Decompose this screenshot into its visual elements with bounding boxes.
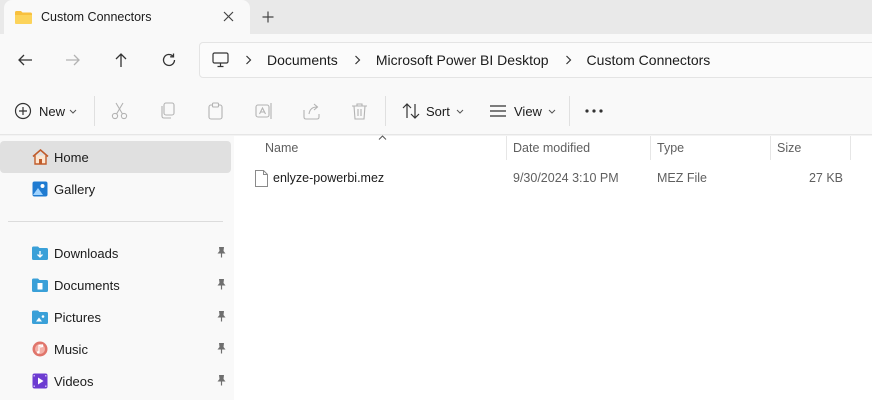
arrow-left-icon[interactable]	[13, 48, 37, 72]
sidebar-item-downloads[interactable]: Downloads	[0, 237, 231, 269]
navigation-pane: Home Gallery Downloads Documents Picture…	[0, 136, 234, 400]
close-icon[interactable]	[220, 8, 236, 24]
computer-icon[interactable]	[212, 52, 229, 68]
command-bar: New Sort View	[0, 86, 872, 135]
arrow-up-icon[interactable]	[109, 48, 133, 72]
file-size: 27 KB	[808, 171, 843, 185]
file-list: Name Date modified Type Size enlyze-powe…	[234, 135, 872, 400]
plus-icon[interactable]	[258, 7, 278, 27]
plus-circle-icon	[14, 102, 32, 120]
new-button[interactable]: New	[14, 98, 77, 124]
pin-icon[interactable]	[216, 246, 227, 258]
column-header-name[interactable]: Name	[265, 136, 298, 160]
cut-icon[interactable]	[111, 98, 128, 124]
breadcrumb-power-bi-desktop[interactable]: Microsoft Power BI Desktop	[376, 52, 549, 68]
sidebar-item-label: Documents	[54, 277, 120, 293]
column-header-size[interactable]: Size	[777, 136, 801, 160]
breadcrumb-custom-connectors[interactable]: Custom Connectors	[587, 52, 711, 68]
pictures-folder-icon	[31, 308, 49, 326]
toolbar-divider	[94, 96, 95, 126]
view-button-label: View	[514, 103, 542, 119]
delete-icon[interactable]	[351, 98, 368, 124]
chevron-right-icon[interactable]	[565, 55, 572, 65]
sidebar-item-label: Music	[54, 341, 88, 357]
sidebar-item-label: Pictures	[54, 309, 101, 325]
copy-icon[interactable]	[159, 98, 176, 124]
sidebar-item-pictures[interactable]: Pictures	[0, 301, 231, 333]
pin-icon[interactable]	[216, 310, 227, 322]
share-icon[interactable]	[303, 98, 321, 124]
rename-icon[interactable]	[255, 98, 273, 124]
view-button[interactable]: View	[489, 98, 556, 124]
sidebar-item-gallery[interactable]: Gallery	[0, 173, 231, 205]
new-button-label: New	[39, 103, 66, 119]
table-row[interactable]: enlyze-powerbi.mez 9/30/2024 3:10 PM MEZ…	[249, 167, 861, 191]
tab-custom-connectors[interactable]: Custom Connectors	[4, 0, 250, 34]
gallery-icon	[31, 180, 49, 198]
file-date-modified: 9/30/2024 3:10 PM	[513, 171, 619, 185]
view-icon	[490, 105, 506, 117]
sidebar-item-music[interactable]: Music	[0, 333, 231, 365]
pin-icon[interactable]	[216, 374, 227, 386]
chevron-down-icon	[548, 109, 556, 114]
toolbar-divider	[569, 96, 570, 126]
folder-icon	[15, 10, 32, 24]
sidebar-divider	[8, 221, 223, 222]
column-divider[interactable]	[650, 136, 651, 160]
column-header-date-modified[interactable]: Date modified	[513, 136, 590, 160]
address-bar[interactable]: Documents Microsoft Power BI Desktop Cus…	[199, 42, 872, 78]
refresh-icon[interactable]	[157, 48, 181, 72]
sort-button-label: Sort	[426, 103, 450, 119]
pin-icon[interactable]	[216, 278, 227, 290]
sidebar-item-label: Home	[54, 149, 89, 165]
downloads-folder-icon	[31, 244, 49, 262]
file-icon	[255, 170, 268, 187]
breadcrumb-documents[interactable]: Documents	[267, 52, 338, 68]
toolbar-divider	[385, 96, 386, 126]
column-divider[interactable]	[506, 136, 507, 160]
chevron-down-icon	[69, 109, 77, 114]
chevron-right-icon[interactable]	[245, 55, 252, 65]
pin-icon[interactable]	[216, 342, 227, 354]
sidebar-item-label: Downloads	[54, 245, 119, 261]
file-type: MEZ File	[657, 171, 707, 185]
videos-folder-icon	[31, 372, 49, 390]
column-divider[interactable]	[770, 136, 771, 160]
tab-strip: Custom Connectors	[0, 0, 872, 34]
sort-button[interactable]: Sort	[402, 98, 464, 124]
documents-folder-icon	[31, 276, 49, 294]
sort-icon	[402, 103, 420, 119]
home-icon	[31, 148, 49, 166]
more-icon[interactable]	[585, 98, 603, 124]
column-header-type[interactable]: Type	[657, 136, 684, 160]
paste-icon[interactable]	[207, 98, 224, 124]
navigation-bar: Documents Microsoft Power BI Desktop Cus…	[0, 34, 872, 86]
sidebar-item-home[interactable]: Home	[0, 141, 231, 173]
sidebar-item-label: Videos	[54, 373, 94, 389]
sidebar-item-documents[interactable]: Documents	[0, 269, 231, 301]
file-name[interactable]: enlyze-powerbi.mez	[273, 171, 384, 185]
sidebar-item-videos[interactable]: Videos	[0, 365, 231, 397]
chevron-right-icon[interactable]	[354, 55, 361, 65]
music-folder-icon	[31, 340, 49, 358]
arrow-right-icon[interactable]	[61, 48, 85, 72]
sidebar-item-label: Gallery	[54, 181, 96, 197]
sort-ascending-icon	[378, 135, 387, 140]
chevron-down-icon	[456, 109, 464, 114]
tab-title: Custom Connectors	[41, 10, 152, 24]
column-divider[interactable]	[850, 136, 851, 160]
